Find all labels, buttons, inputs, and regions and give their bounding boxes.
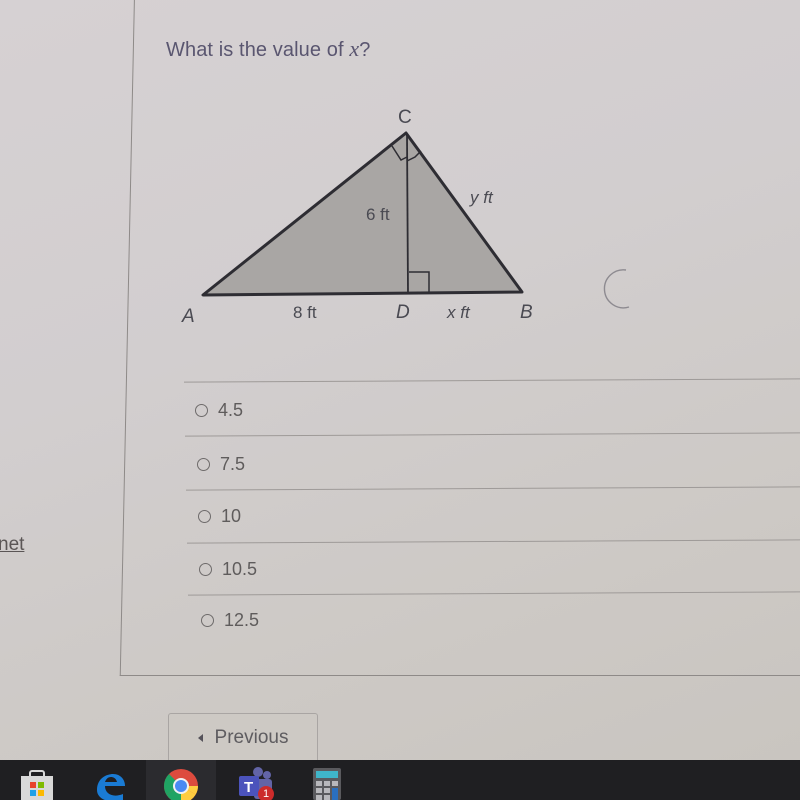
vertex-label-d: D (396, 302, 410, 323)
vertex-label-b: B (520, 302, 533, 323)
segment-label-cb: y ft (469, 188, 494, 207)
calculator-icon (313, 768, 341, 800)
nav-link[interactable]: net (0, 534, 24, 556)
choice-option-1[interactable]: 4.5 (195, 400, 243, 421)
segment-label-cd: 6 ft (366, 205, 390, 224)
teams-notification-badge: 1 (258, 786, 274, 800)
screen: net What is the value of x? C A D B 8 ft… (0, 0, 800, 760)
segment-label-db: x ft (446, 303, 471, 322)
altitude-cd (406, 133, 409, 295)
taskbar-item-teams[interactable]: T 1 (222, 760, 288, 800)
taskbar-item-calculator[interactable] (296, 760, 362, 800)
store-bag-icon (21, 770, 53, 800)
previous-label: Previous (214, 726, 289, 748)
question-text: What is the value of x? (166, 36, 370, 62)
choice-option-5[interactable]: 12.5 (201, 610, 259, 631)
taskbar-item-chrome[interactable] (146, 760, 216, 800)
choice-option-3[interactable]: 10 (198, 506, 241, 527)
question-suffix: ? (359, 39, 371, 61)
taskbar: T 1 (0, 760, 800, 800)
left-nav: net (0, 0, 140, 760)
question-prefix: What is the value of (166, 39, 350, 61)
radio-icon[interactable] (198, 510, 211, 523)
triangle-figure: C A D B 8 ft 6 ft x ft y ft (181, 107, 533, 327)
question-variable: x (349, 36, 360, 61)
segment-label-ad: 8 ft (293, 303, 317, 322)
choice-label: 7.5 (220, 454, 246, 474)
caret-left-icon (197, 733, 203, 742)
radio-icon[interactable] (197, 458, 210, 471)
radio-icon[interactable] (199, 563, 212, 576)
radio-icon[interactable] (201, 614, 214, 627)
choice-label: 10.5 (222, 559, 258, 579)
edge-icon (97, 774, 125, 800)
taskbar-item-edge[interactable] (76, 760, 142, 800)
choice-option-2[interactable]: 7.5 (197, 454, 245, 475)
choice-label: 4.5 (218, 400, 244, 420)
choice-label: 12.5 (224, 610, 260, 630)
vertex-label-a: A (181, 306, 195, 327)
loading-spinner-icon (603, 269, 630, 309)
vertex-label-c: C (398, 107, 412, 128)
choice-label: 10 (221, 506, 242, 526)
radio-icon[interactable] (195, 404, 208, 417)
choice-option-4[interactable]: 10.5 (199, 559, 257, 580)
chrome-icon (164, 769, 198, 800)
triangle-abc (201, 131, 524, 297)
taskbar-item-store[interactable] (2, 760, 68, 800)
svg-text:T: T (244, 779, 253, 796)
previous-button[interactable]: Previous (168, 713, 318, 760)
